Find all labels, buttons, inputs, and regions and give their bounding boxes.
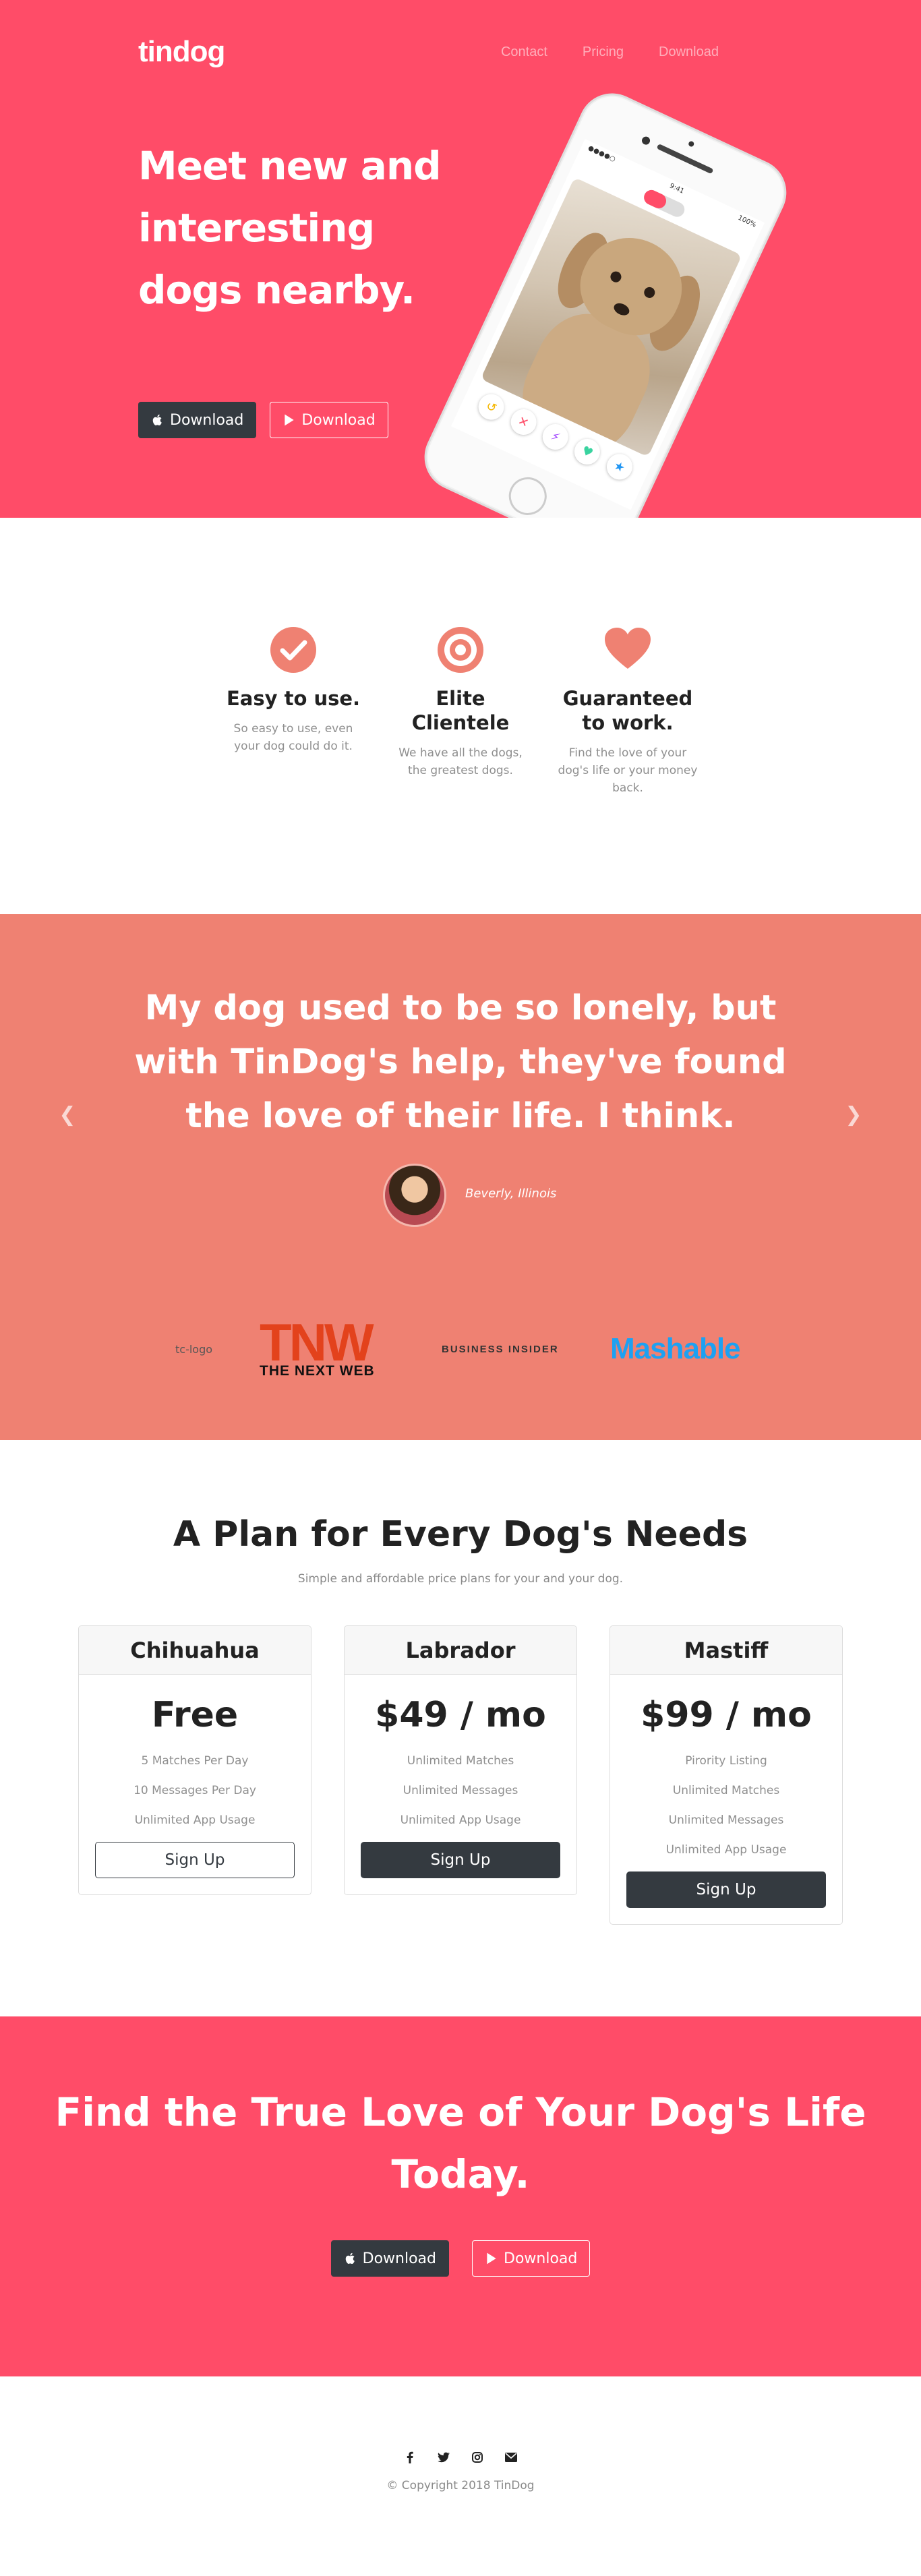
rewind-icon: ↺ <box>474 390 509 424</box>
iphone-frame: ●●●●○ 9:41 100% ↺ ✕ ⚡ ♥ ★ <box>413 82 798 518</box>
google-play-download-button[interactable]: Download <box>472 2240 591 2277</box>
apple-icon <box>152 414 162 425</box>
sign-up-button[interactable]: Sign Up <box>626 1871 826 1908</box>
plan-card-labrador: Labrador $49 / mo Unlimited Matches Unli… <box>344 1625 577 1895</box>
mashable-logo: Mashable <box>610 1332 741 1365</box>
plan-feature: Unlimited App Usage <box>400 1814 521 1827</box>
techcrunch-logo: tc-logo <box>175 1342 213 1356</box>
hero-title: Meet new and interesting dogs nearby. <box>138 143 442 313</box>
app-screen: ●●●●○ 9:41 100% ↺ ✕ ⚡ ♥ ★ <box>450 139 765 510</box>
phone-camera-dot <box>687 140 695 148</box>
tnw-logo: TNW THE NEXT WEB <box>260 1313 415 1379</box>
pricing-subtitle: Simple and affordable price plans for yo… <box>297 1572 624 1586</box>
testimonial-author: Beverly, Illinois <box>465 1187 557 1201</box>
check-circle-icon <box>270 627 316 673</box>
testimonial-quote: My dog used to be so lonely, but with Ti… <box>134 988 787 1136</box>
brand-logo[interactable]: tindog <box>138 35 225 69</box>
google-play-download-button[interactable]: Download <box>270 402 388 438</box>
plan-feature: 10 Messages Per Day <box>133 1784 256 1797</box>
plan-price: $99 / mo <box>641 1695 812 1735</box>
boost-icon: ⚡ <box>538 419 572 454</box>
tnw-logo-text: THE NEXT WEB <box>260 1363 375 1379</box>
feature-title: Guaranteed to work. <box>562 687 693 734</box>
plan-feature: Unlimited Messages <box>403 1784 518 1797</box>
phone-speaker <box>656 143 714 175</box>
top-nav: Contact Pricing Download <box>466 44 719 60</box>
tnw-logo-mark: TNW <box>260 1313 374 1372</box>
carousel-prev-icon[interactable]: ❮ <box>54 1103 81 1127</box>
apple-download-label: Download <box>170 411 244 429</box>
copyright-text: © Copyright 2018 TinDog <box>386 2479 535 2492</box>
plan-feature: Unlimited Matches <box>407 1754 514 1768</box>
plan-feature: 5 Matches Per Day <box>141 1754 249 1768</box>
cta-section: Find the True Love of Your Dog's Life To… <box>0 2016 921 2376</box>
plan-feature: Unlimited App Usage <box>134 1814 256 1827</box>
plan-name: Mastiff <box>610 1626 842 1675</box>
plan-name: Labrador <box>345 1626 576 1675</box>
apple-download-button[interactable]: Download <box>330 2240 449 2277</box>
phone-home-button <box>502 471 553 518</box>
hero-download-buttons: Download Download <box>138 402 388 438</box>
social-links <box>0 2451 921 2464</box>
hero-section: tindog Contact Pricing Download Meet new… <box>0 0 921 518</box>
feature-title: Easy to use. <box>226 687 361 710</box>
bullseye-icon <box>438 627 483 673</box>
instagram-icon[interactable] <box>471 2451 484 2464</box>
feature-text: We have all the dogs, the greatest dogs. <box>398 746 523 777</box>
features-section: Easy to use. So easy to use, even your d… <box>0 518 921 914</box>
nav-contact[interactable]: Contact <box>501 44 547 60</box>
pricing-section: A Plan for Every Dog's Needs Simple and … <box>0 1440 921 2016</box>
plan-price: $49 / mo <box>375 1695 546 1735</box>
plan-name: Chihuahua <box>79 1626 311 1675</box>
nope-icon: ✕ <box>506 405 541 440</box>
press-logos: tc-logo TNW THE NEXT WEB BUSINESS INSIDE… <box>175 1312 755 1386</box>
google-play-download-label: Download <box>301 411 376 429</box>
like-icon: ♥ <box>570 434 605 469</box>
feature-elite: Elite Clientele We have all the dogs, th… <box>390 626 531 797</box>
apple-icon <box>345 2252 355 2264</box>
feature-text: So easy to use, even your dog could do i… <box>233 722 353 753</box>
phone-mockup: ●●●●○ 9:41 100% ↺ ✕ ⚡ ♥ ★ <box>413 82 816 518</box>
cta-download-buttons: Download Download <box>0 2240 921 2277</box>
plan-price: Free <box>151 1695 239 1735</box>
envelope-icon[interactable] <box>504 2451 518 2464</box>
google-play-download-label: Download <box>504 2250 578 2267</box>
nav-download[interactable]: Download <box>659 44 719 60</box>
plan-feature: Pirority Listing <box>685 1754 767 1768</box>
sign-up-button[interactable]: Sign Up <box>95 1842 295 1878</box>
testimonial-avatar <box>383 1164 446 1227</box>
feature-title: Elite Clientele <box>411 687 510 734</box>
heart-icon <box>605 628 651 669</box>
feature-easy: Easy to use. So easy to use, even your d… <box>222 626 364 797</box>
carousel-next-icon[interactable]: ❯ <box>840 1103 867 1127</box>
google-play-icon <box>487 2252 496 2265</box>
feature-text: Find the love of your dog's life or your… <box>558 746 698 795</box>
feature-guaranteed: Guaranteed to work. Find the love of you… <box>557 626 699 797</box>
facebook-icon[interactable] <box>403 2451 417 2464</box>
plan-feature: Unlimited Matches <box>672 1784 780 1797</box>
plan-feature: Unlimited App Usage <box>665 1843 787 1857</box>
plan-feature: Unlimited Messages <box>668 1814 784 1827</box>
cta-title: Find the True Love of Your Dog's Life To… <box>55 2089 866 2197</box>
nav-pricing[interactable]: Pricing <box>583 44 624 60</box>
google-play-icon <box>285 414 295 426</box>
testimonials-section: ❮ My dog used to be so lonely, but with … <box>0 914 921 1440</box>
sign-up-button[interactable]: Sign Up <box>361 1842 560 1878</box>
twitter-icon[interactable] <box>437 2451 450 2464</box>
apple-download-button[interactable]: Download <box>138 402 257 438</box>
footer: © Copyright 2018 TinDog <box>0 2376 921 2576</box>
phone-camera <box>641 135 652 146</box>
plan-card-chihuahua: Chihuahua Free 5 Matches Per Day 10 Mess… <box>78 1625 311 1895</box>
pricing-title: A Plan for Every Dog's Needs <box>173 1514 748 1555</box>
apple-download-label: Download <box>362 2250 436 2267</box>
business-insider-logo: BUSINESS INSIDER <box>442 1343 559 1355</box>
superlike-icon: ★ <box>602 450 636 484</box>
plan-card-mastiff: Mastiff $99 / mo Pirority Listing Unlimi… <box>610 1625 843 1925</box>
